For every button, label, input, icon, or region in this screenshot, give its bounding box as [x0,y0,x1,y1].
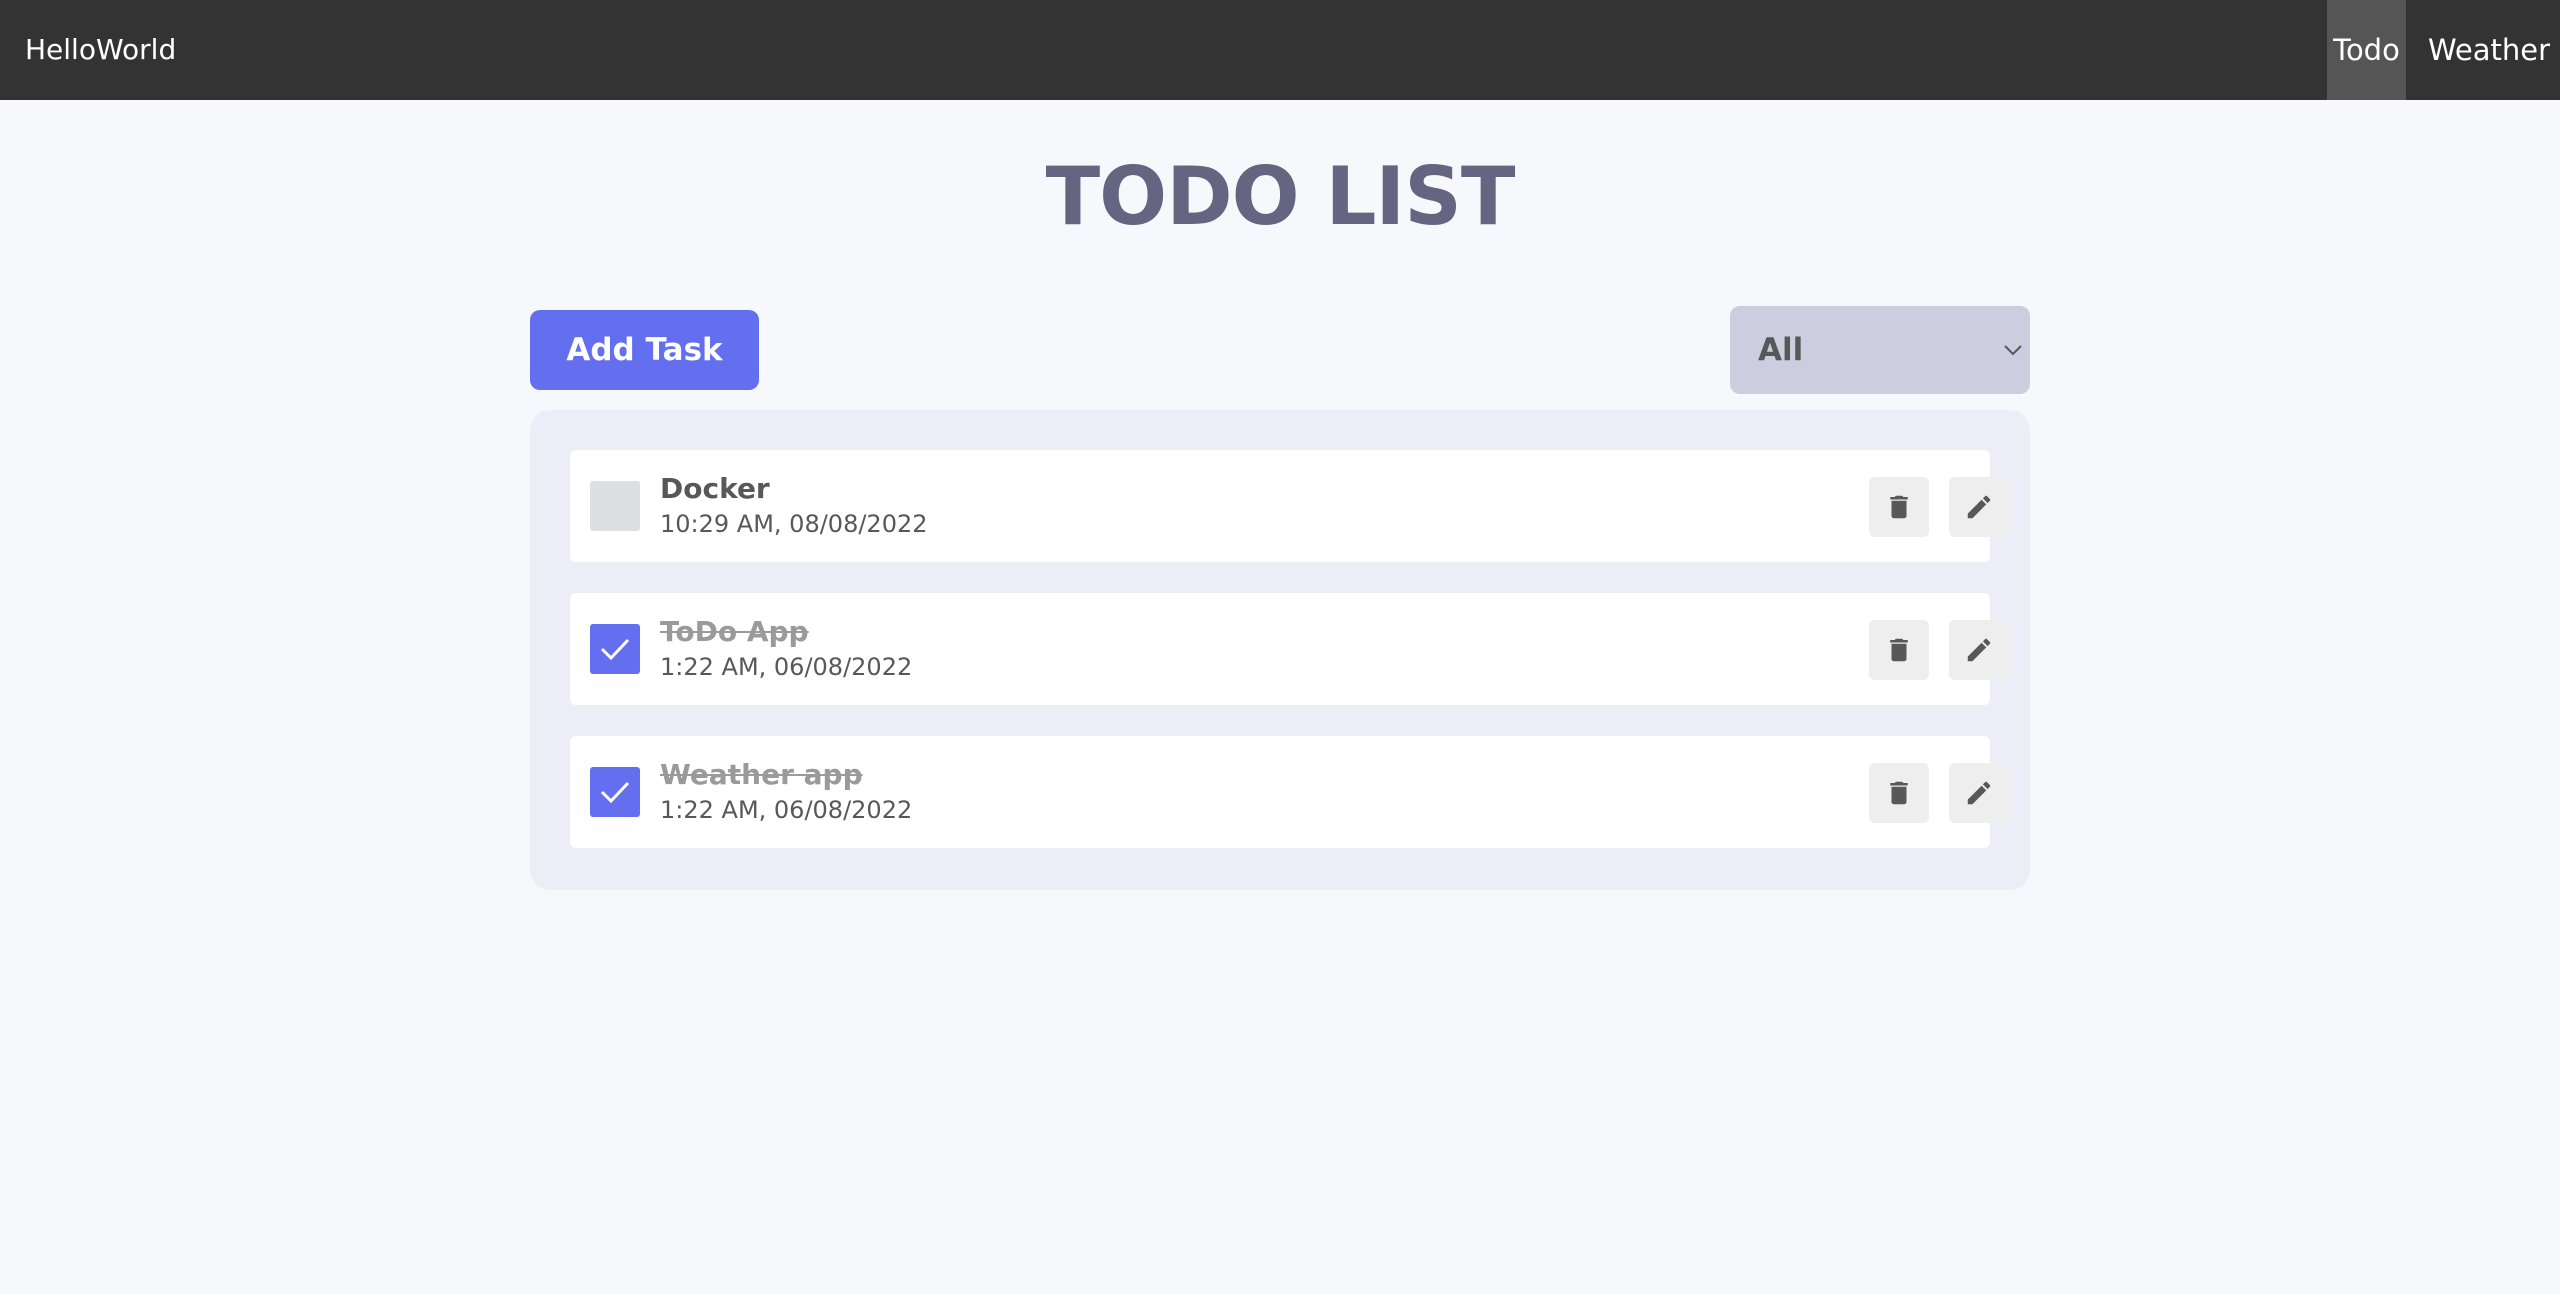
check-icon [600,638,630,661]
edit-task-button[interactable] [1949,477,2009,537]
trash-icon [1890,638,1908,662]
nav-link-weather[interactable]: Weather [2406,0,2560,100]
chevron-down-icon [2004,345,2022,356]
task-time: 1:22 AM, 06/08/2022 [660,653,913,681]
nav-link-todo[interactable]: Todo [2327,0,2406,100]
status-filter-select[interactable]: All [1730,306,2030,394]
navbar: HelloWorld Todo Weather [0,0,2560,100]
task-title: Docker [660,472,770,505]
brand-logo[interactable]: HelloWorld [25,0,176,100]
task-checkbox[interactable] [590,624,640,674]
task-title: ToDo App [660,615,809,648]
page-title: TODO LIST [1045,150,1516,243]
edit-task-button[interactable] [1949,620,2009,680]
pencil-icon [1967,495,1991,519]
task-item: Weather app 1:22 AM, 06/08/2022 [570,736,2009,848]
task-item: Docker 10:29 AM, 08/08/2022 [570,450,2009,562]
task-checkbox[interactable] [590,767,640,817]
task-checkbox[interactable] [590,481,640,531]
task-item: ToDo App 1:22 AM, 06/08/2022 [570,593,2009,705]
task-list: Docker 10:29 AM, 08/08/2022 ToDo App 1:2… [530,410,2030,890]
pencil-icon [1967,638,1991,662]
nav-links: Todo Weather [2327,0,2560,100]
trash-icon [1890,495,1908,519]
task-time: 10:29 AM, 08/08/2022 [660,510,928,538]
delete-task-button[interactable] [1869,620,1929,680]
delete-task-button[interactable] [1869,477,1929,537]
pencil-icon [1967,781,1991,805]
add-task-button[interactable]: Add Task [530,310,759,390]
trash-icon [1890,781,1908,805]
check-icon [600,781,630,804]
task-time: 1:22 AM, 06/08/2022 [660,796,913,824]
edit-task-button[interactable] [1949,763,2009,823]
filter-selected-value: All [1758,332,1804,368]
delete-task-button[interactable] [1869,763,1929,823]
task-title: Weather app [660,758,863,791]
